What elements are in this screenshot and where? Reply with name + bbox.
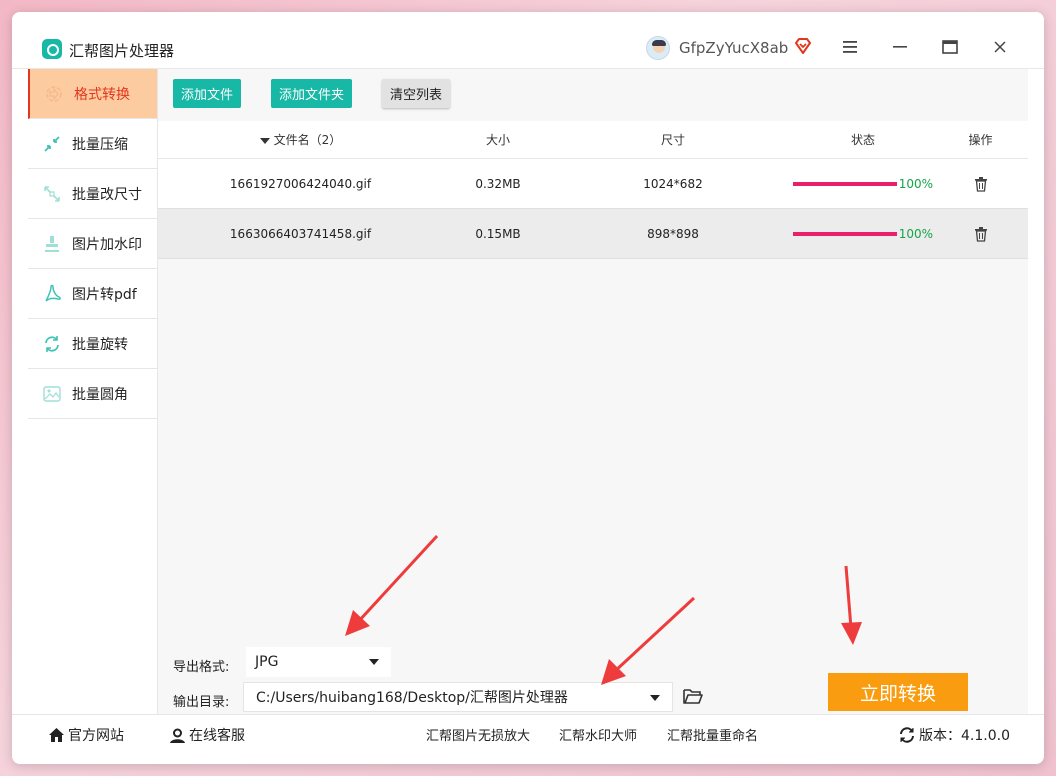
output-dir-value: C:/Users/huibang168/Desktop/汇帮图片处理器 bbox=[256, 690, 568, 706]
username[interactable]: GfpZyYucX8ab bbox=[679, 39, 788, 57]
sidebar: 格式转换 批量压缩 批量改尺寸 图片加水印 图片转pdf 批量旋转 批量圆角 bbox=[28, 69, 158, 714]
header-status: 状态 bbox=[850, 133, 875, 147]
header-actions: 操作 bbox=[968, 133, 993, 147]
sidebar-item-label: 图片转pdf bbox=[72, 286, 137, 303]
header-dimensions: 尺寸 bbox=[660, 133, 685, 147]
round-corner-icon bbox=[42, 384, 62, 404]
sidebar-item-round-corner[interactable]: 批量圆角 bbox=[28, 369, 157, 419]
app-window: 汇帮图片处理器 GfpZyYucX8ab 格式转换 批量压缩 批量改尺寸 图片加… bbox=[12, 12, 1044, 764]
output-dir-select[interactable]: C:/Users/huibang168/Desktop/汇帮图片处理器 bbox=[243, 682, 673, 712]
sidebar-item-to-pdf[interactable]: 图片转pdf bbox=[28, 269, 157, 319]
menu-button[interactable] bbox=[836, 34, 864, 60]
sidebar-item-batch-compress[interactable]: 批量压缩 bbox=[28, 119, 157, 169]
maximize-button[interactable] bbox=[936, 34, 964, 60]
trash-icon bbox=[974, 226, 987, 242]
sidebar-item-label: 图片加水印 bbox=[72, 236, 142, 253]
progress-bar bbox=[793, 231, 897, 236]
sidebar-item-batch-rotate[interactable]: 批量旋转 bbox=[28, 319, 157, 369]
sidebar-item-format-convert[interactable]: 格式转换 bbox=[28, 69, 157, 119]
cell-filename: 1661927006424040.gif bbox=[229, 176, 372, 191]
output-settings: 导出格式: JPG 输出目录: C:/Users/huibang168/Desk… bbox=[158, 599, 1028, 714]
progress-label: 100% bbox=[898, 176, 933, 191]
convert-icon bbox=[44, 84, 64, 104]
table-row[interactable]: 1663066403741458.gif 0.15MB 898*898 100% bbox=[158, 209, 1028, 259]
sidebar-item-label: 批量圆角 bbox=[72, 386, 128, 403]
cell-status: 100% bbox=[793, 177, 933, 191]
minimize-button[interactable] bbox=[886, 34, 914, 60]
close-icon bbox=[994, 41, 1006, 53]
format-select[interactable]: JPG bbox=[246, 647, 391, 677]
batch-rename-link[interactable]: 汇帮批量重命名 bbox=[667, 725, 758, 744]
online-service-label: 在线客服 bbox=[189, 728, 245, 744]
watermark-master-link[interactable]: 汇帮水印大师 bbox=[559, 725, 637, 744]
official-website-label: 官方网站 bbox=[68, 728, 124, 744]
progress-bar bbox=[793, 181, 897, 186]
header-size: 大小 bbox=[485, 133, 510, 147]
header-filename-label: 文件名（2） bbox=[273, 133, 342, 147]
official-website-link[interactable]: 官方网站 bbox=[47, 725, 124, 745]
progress-label: 100% bbox=[898, 226, 933, 241]
version-info[interactable]: 版本：4.1.0.0 bbox=[898, 725, 1010, 745]
table-row[interactable]: 1661927006424040.gif 0.32MB 1024*682 100… bbox=[158, 159, 1028, 209]
version-label: 版本：4.1.0.0 bbox=[919, 728, 1010, 744]
progress-fill bbox=[793, 181, 897, 186]
add-folder-button[interactable]: 添加文件夹 bbox=[271, 79, 353, 108]
convert-now-button[interactable]: 立即转换 bbox=[828, 673, 968, 711]
sidebar-item-label: 批量压缩 bbox=[72, 136, 128, 153]
compress-icon bbox=[42, 134, 62, 154]
resize-icon bbox=[42, 184, 62, 204]
cell-size: 0.32MB bbox=[475, 176, 521, 191]
cell-size: 0.15MB bbox=[475, 226, 521, 241]
trash-icon bbox=[974, 176, 987, 192]
customer-service-icon bbox=[168, 726, 186, 744]
sidebar-item-label: 格式转换 bbox=[74, 86, 130, 103]
sort-down-icon bbox=[259, 137, 270, 144]
sidebar-item-label: 批量旋转 bbox=[72, 336, 128, 353]
clear-list-button[interactable]: 清空列表 bbox=[382, 79, 451, 108]
app-logo-icon bbox=[42, 39, 62, 59]
progress-fill bbox=[793, 231, 897, 236]
delete-row-button[interactable] bbox=[933, 176, 1028, 192]
sidebar-item-label: 批量改尺寸 bbox=[72, 186, 142, 203]
refresh-icon bbox=[898, 726, 916, 744]
table-header: 文件名（2） 大小 尺寸 状态 操作 bbox=[158, 121, 1028, 159]
title-bar: 汇帮图片处理器 GfpZyYucX8ab bbox=[12, 12, 1044, 69]
rotate-icon bbox=[42, 334, 62, 354]
watermark-icon bbox=[42, 234, 62, 254]
minimize-icon bbox=[893, 46, 907, 48]
vip-diamond-icon[interactable] bbox=[794, 37, 812, 55]
pdf-icon bbox=[42, 284, 62, 304]
cell-dimensions: 898*898 bbox=[647, 226, 699, 241]
cell-dimensions: 1024*682 bbox=[643, 176, 703, 191]
online-service-link[interactable]: 在线客服 bbox=[168, 725, 245, 745]
close-button[interactable] bbox=[986, 34, 1014, 60]
hamburger-icon bbox=[843, 41, 857, 53]
chevron-down-icon bbox=[650, 695, 660, 701]
home-icon bbox=[47, 726, 65, 744]
user-avatar[interactable] bbox=[646, 36, 670, 60]
main-panel: 添加文件 添加文件夹 清空列表 文件名（2） 大小 尺寸 状态 操作 16619… bbox=[158, 69, 1028, 714]
lossless-upscale-link[interactable]: 汇帮图片无损放大 bbox=[426, 725, 530, 744]
cell-status: 100% bbox=[793, 227, 933, 241]
open-folder-icon[interactable] bbox=[682, 686, 704, 706]
sidebar-item-batch-resize[interactable]: 批量改尺寸 bbox=[28, 169, 157, 219]
add-file-button[interactable]: 添加文件 bbox=[173, 79, 242, 108]
delete-row-button[interactable] bbox=[933, 226, 1028, 242]
sidebar-item-watermark[interactable]: 图片加水印 bbox=[28, 219, 157, 269]
chevron-down-icon bbox=[369, 659, 379, 665]
header-filename[interactable]: 文件名（2） bbox=[158, 131, 443, 148]
cell-filename: 1663066403741458.gif bbox=[229, 226, 372, 241]
app-title: 汇帮图片处理器 bbox=[69, 42, 175, 60]
file-table: 文件名（2） 大小 尺寸 状态 操作 1661927006424040.gif … bbox=[158, 121, 1028, 259]
format-value: JPG bbox=[255, 654, 279, 670]
format-label: 导出格式: bbox=[173, 660, 230, 675]
footer-bar: 官方网站 在线客服 汇帮图片无损放大 汇帮水印大师 汇帮批量重命名 版本：4.1… bbox=[12, 714, 1044, 752]
maximize-icon bbox=[942, 40, 958, 54]
output-dir-label: 输出目录: bbox=[173, 695, 230, 710]
